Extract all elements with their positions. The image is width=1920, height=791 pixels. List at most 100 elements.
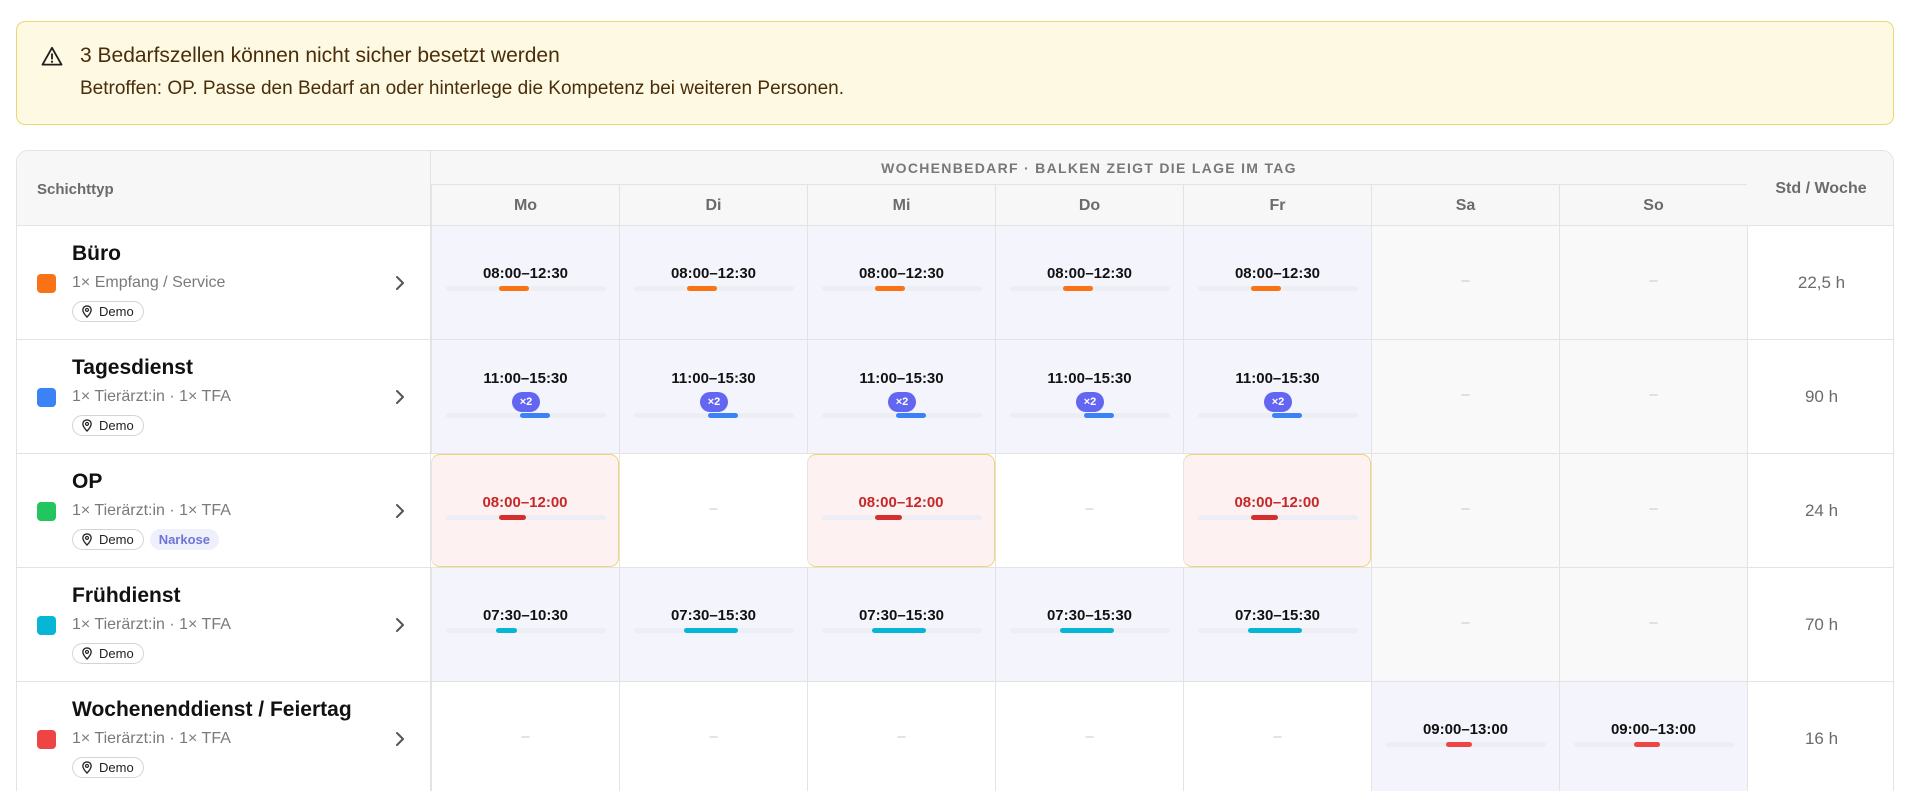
demand-cell-empty[interactable]: – — [431, 682, 619, 791]
shift-position-bar — [499, 515, 526, 520]
header-weekly-demand: WOCHENBEDARF · BALKEN ZEIGT DIE LAGE IM … — [431, 151, 1747, 185]
demand-cell-empty[interactable]: – — [1371, 568, 1559, 681]
shift-color-swatch — [37, 730, 56, 749]
demand-cell[interactable]: 11:00–15:30 ×2 — [1183, 340, 1371, 453]
shift-position-bar — [872, 628, 926, 633]
header-day-sa: Sa — [1371, 185, 1559, 226]
header-day-mi: Mi — [807, 185, 995, 226]
shift-position-bar — [1248, 628, 1302, 633]
location-tag-label: Demo — [99, 418, 134, 433]
demand-cell-empty[interactable]: – — [619, 454, 807, 567]
demand-time: 08:00–12:30 — [670, 265, 757, 282]
empty-marker: – — [1649, 500, 1658, 517]
day-timeline-track — [1574, 742, 1734, 747]
shift-name: Wochenenddienst / Feiertag — [72, 698, 352, 721]
demand-time: 09:00–13:00 — [1610, 721, 1697, 738]
day-timeline-track — [1010, 628, 1170, 633]
empty-marker: – — [1461, 272, 1470, 289]
demand-cell-empty[interactable]: – — [807, 682, 995, 791]
shift-position-bar — [1272, 413, 1302, 418]
demand-cell[interactable]: 08:00–12:30 — [619, 226, 807, 339]
shift-position-bar — [1251, 515, 1278, 520]
day-timeline-track — [1198, 628, 1358, 633]
demand-cell-empty[interactable]: – — [1371, 226, 1559, 339]
demand-time: 08:00–12:00 — [1234, 494, 1320, 511]
location-tag-label: Demo — [99, 646, 134, 661]
shift-staffing: 1× Tierärzt:in · 1× TFA — [72, 502, 231, 519]
demand-time: 07:30–15:30 — [858, 607, 945, 624]
demand-cell[interactable]: 08:00–12:30 — [1183, 226, 1371, 339]
demand-cell-empty[interactable]: – — [1183, 682, 1371, 791]
demand-cell-empty[interactable]: – — [1559, 568, 1747, 681]
shift-position-bar — [1084, 413, 1114, 418]
demand-cell[interactable]: 07:30–10:30 — [431, 568, 619, 681]
demand-cell-empty[interactable]: – — [995, 454, 1183, 567]
day-timeline-track — [822, 286, 982, 291]
shift-color-swatch — [37, 616, 56, 635]
demand-cell[interactable]: 07:30–15:30 — [807, 568, 995, 681]
day-timeline-track — [822, 413, 982, 418]
demand-cell[interactable]: 08:00–12:00 — [431, 454, 619, 567]
shift-type-büro[interactable]: Büro 1× Empfang / Service Demo — [17, 226, 431, 339]
demand-cell[interactable]: 11:00–15:30 ×2 — [619, 340, 807, 453]
demand-cell-empty[interactable]: – — [619, 682, 807, 791]
demand-time: 08:00–12:30 — [1234, 265, 1321, 282]
location-tag: Demo — [72, 529, 144, 550]
shift-row: Tagesdienst 1× Tierärzt:in · 1× TFA Demo 11… — [17, 340, 1893, 454]
multiplier-badge: ×2 — [1076, 392, 1104, 412]
demand-cell-empty[interactable]: – — [1371, 454, 1559, 567]
multiplier-badge: ×2 — [512, 392, 540, 412]
day-timeline-track — [634, 628, 794, 633]
demand-cell[interactable]: 08:00–12:00 — [807, 454, 995, 567]
shift-type-wochenenddienst-feiertag[interactable]: Wochenenddienst / Feiertag 1× Tierärzt:in… — [17, 682, 431, 791]
empty-marker: – — [709, 500, 718, 517]
demand-time: 07:30–15:30 — [1234, 607, 1321, 624]
demand-cell[interactable]: 07:30–15:30 — [1183, 568, 1371, 681]
demand-time: 08:00–12:00 — [482, 494, 568, 511]
demand-time: 07:30–15:30 — [670, 607, 757, 624]
shift-type-op[interactable]: OP 1× Tierärzt:in · 1× TFA Demo Narkose — [17, 454, 431, 567]
location-tag-label: Demo — [99, 760, 134, 775]
shift-position-bar — [496, 628, 517, 633]
empty-marker: – — [1461, 386, 1470, 403]
demand-cell[interactable]: 11:00–15:30 ×2 — [431, 340, 619, 453]
demand-cell[interactable]: 07:30–15:30 — [619, 568, 807, 681]
demand-cell-empty[interactable]: – — [995, 682, 1183, 791]
location-pin-icon — [82, 419, 92, 432]
demand-cell-empty[interactable]: – — [1559, 226, 1747, 339]
demand-cell[interactable]: 11:00–15:30 ×2 — [995, 340, 1183, 453]
warning-triangle-icon — [41, 46, 63, 66]
demand-cell[interactable]: 07:30–15:30 — [995, 568, 1183, 681]
shift-position-bar — [1251, 286, 1281, 291]
shift-name: OP — [72, 470, 103, 493]
demand-cell[interactable]: 11:00–15:30 ×2 — [807, 340, 995, 453]
day-timeline-track — [634, 413, 794, 418]
demand-cell[interactable]: 09:00–13:00 — [1559, 682, 1747, 791]
demand-time: 08:00–12:30 — [858, 265, 945, 282]
shift-position-bar — [1060, 628, 1114, 633]
demand-cell-empty[interactable]: – — [1559, 454, 1747, 567]
location-tag: Demo — [72, 415, 144, 436]
demand-cell-empty[interactable]: – — [1371, 340, 1559, 453]
day-timeline-track — [1198, 413, 1358, 418]
demand-cell[interactable]: 09:00–13:00 — [1371, 682, 1559, 791]
location-pin-icon — [82, 761, 92, 774]
demand-cell[interactable]: 08:00–12:30 — [807, 226, 995, 339]
day-timeline-track — [1198, 286, 1358, 291]
demand-cell[interactable]: 08:00–12:30 — [431, 226, 619, 339]
shift-type-tagesdienst[interactable]: Tagesdienst 1× Tierärzt:in · 1× TFA Demo — [17, 340, 431, 453]
demand-cell[interactable]: 08:00–12:30 — [995, 226, 1183, 339]
demand-cell[interactable]: 08:00–12:00 — [1183, 454, 1371, 567]
day-timeline-track — [1010, 413, 1170, 418]
location-pin-icon — [82, 305, 92, 318]
shift-type-frühdienst[interactable]: Frühdienst 1× Tierärzt:in · 1× TFA Demo — [17, 568, 431, 681]
shift-position-bar — [1063, 286, 1093, 291]
header-day-do: Do — [995, 185, 1183, 226]
shift-staffing: 1× Tierärzt:in · 1× TFA — [72, 388, 231, 405]
chevron-right-icon — [396, 276, 404, 290]
empty-marker: – — [1649, 386, 1658, 403]
header-day-so: So — [1559, 185, 1747, 226]
warning-banner: 3 Bedarfszellen können nicht sicher bese… — [16, 21, 1894, 125]
demand-cell-empty[interactable]: – — [1559, 340, 1747, 453]
shift-position-bar — [1446, 742, 1472, 747]
